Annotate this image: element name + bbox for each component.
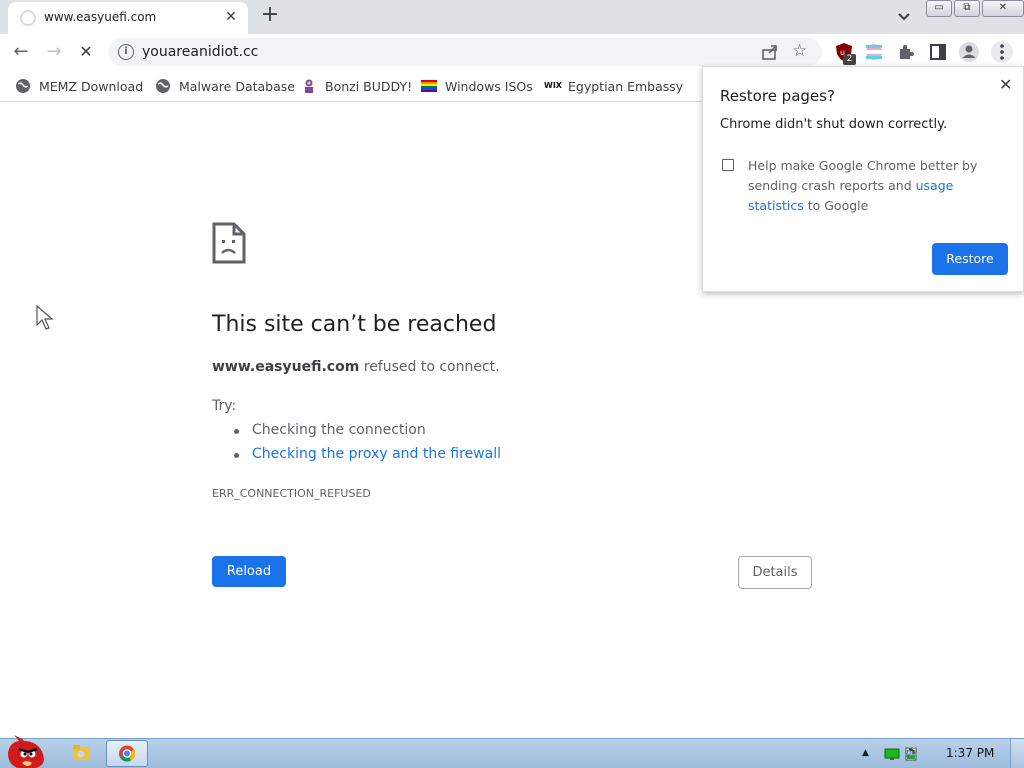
bookmark-label: MEMZ Download	[39, 78, 144, 94]
bookmark-egyptian-embassy[interactable]: WIX Egyptian Embassy	[544, 77, 683, 95]
url-text[interactable]: youareanidiot.cc	[142, 44, 258, 60]
crash-report-checkbox[interactable]	[722, 159, 734, 171]
bookmark-malware-database[interactable]: Malware Database	[155, 77, 295, 95]
bookmark-label: Windows ISOs	[445, 78, 533, 94]
explorer-taskbar-icon[interactable]	[60, 740, 102, 767]
network-icon[interactable]	[884, 746, 900, 762]
suggestion-list: Checking the connection Checking the pro…	[234, 422, 501, 470]
suggestion-check-proxy-link[interactable]: Checking the proxy and the firewall	[234, 446, 501, 470]
bookmark-bonzi-buddy[interactable]: Bonzi BUDDY!	[301, 77, 412, 95]
error-title: This site can’t be reached	[212, 312, 497, 337]
globe-icon	[156, 79, 170, 93]
crash-report-label: Help make Google Chrome better by sendin…	[748, 156, 1008, 216]
forward-button[interactable]: →	[42, 40, 66, 64]
extensions-puzzle-icon[interactable]	[896, 42, 916, 62]
share-icon[interactable]	[760, 42, 780, 62]
window-controls: ▭ ⧉ ✕	[926, 0, 1024, 18]
error-host: www.easyuefi.com	[212, 359, 360, 375]
address-bar[interactable]: i youareanidiot.cc ☆	[108, 38, 822, 66]
try-label: Try:	[212, 398, 237, 414]
taskbar-clock[interactable]: 1:37 PM	[946, 746, 994, 760]
tab-search-icon[interactable]	[894, 6, 914, 26]
error-description: www.easyuefi.com refused to connect.	[212, 359, 500, 375]
chrome-taskbar-button[interactable]	[106, 740, 148, 767]
sad-page-icon	[212, 222, 246, 264]
loading-spinner-icon	[20, 10, 36, 26]
rainbow-flag-icon	[421, 80, 437, 92]
bookmark-memz-download[interactable]: MEMZ Download	[15, 77, 143, 95]
bookmark-label: Egyptian Embassy	[568, 78, 684, 94]
crash-report-text-b: to Google	[803, 198, 869, 213]
screen: { "tab": { "title": "www.easyuefi.com", …	[0, 0, 1024, 768]
globe-icon	[16, 79, 30, 93]
tab-active[interactable]: www.easyuefi.com ✕	[8, 2, 248, 34]
tab-close-icon[interactable]: ✕	[222, 8, 240, 26]
restore-button[interactable]: ⧉	[954, 0, 980, 17]
start-button-angry-bird-icon[interactable]	[0, 733, 50, 768]
mouse-cursor-icon	[36, 305, 54, 330]
chrome-icon	[119, 745, 136, 762]
details-button[interactable]: Details	[738, 556, 812, 589]
tab-title: www.easyuefi.com	[44, 10, 157, 24]
volume-icon[interactable]: 🔊	[905, 744, 920, 758]
restore-button[interactable]: Restore	[932, 243, 1008, 275]
minimize-button[interactable]: ▭	[926, 0, 952, 17]
stop-loading-button[interactable]: ✕	[74, 40, 98, 64]
bookmark-windows-isos[interactable]: Windows ISOs	[421, 77, 533, 95]
tray-expand-icon[interactable]: ▲	[862, 748, 869, 758]
dialog-title: Restore pages?	[720, 87, 835, 105]
taskbar: ▲ 🔊 1:37 PM	[0, 735, 1024, 768]
reload-button[interactable]: Reload	[212, 556, 286, 587]
suggestion-check-connection: Checking the connection	[234, 422, 501, 446]
dialog-close-icon[interactable]: ✕	[999, 75, 1012, 94]
bookmark-star-icon[interactable]: ☆	[792, 41, 807, 61]
side-panel-icon[interactable]	[928, 42, 948, 62]
site-info-icon[interactable]: i	[118, 44, 134, 60]
restore-pages-dialog: Restore pages? ✕ Chrome didn't shut down…	[702, 66, 1024, 292]
show-desktop-button[interactable]	[1010, 739, 1024, 768]
wix-icon: WIX	[544, 81, 562, 90]
bookmark-label: Malware Database	[179, 78, 295, 94]
error-description-rest: refused to connect.	[359, 359, 500, 375]
bonzi-icon	[305, 79, 313, 93]
toolbar: ← → ✕ i youareanidiot.cc ☆ u	[0, 34, 1024, 70]
extension-badge: 2	[843, 54, 856, 65]
profile-avatar-icon[interactable]	[958, 41, 980, 63]
flag-extension-icon[interactable]	[864, 42, 884, 62]
back-button[interactable]: ←	[9, 40, 33, 64]
dialog-subtitle: Chrome didn't shut down correctly.	[720, 117, 948, 132]
new-tab-button[interactable]: +	[258, 4, 282, 28]
bookmark-label: Bonzi BUDDY!	[325, 78, 413, 94]
menu-kebab-icon[interactable]	[990, 40, 1014, 64]
tab-strip: www.easyuefi.com ✕ + ▭ ⧉ ✕	[0, 0, 1024, 34]
error-code: ERR_CONNECTION_REFUSED	[212, 487, 371, 500]
close-window-button[interactable]: ✕	[982, 0, 1024, 17]
